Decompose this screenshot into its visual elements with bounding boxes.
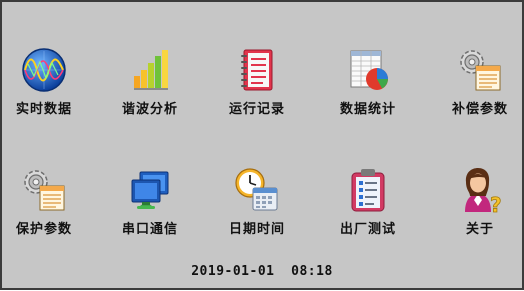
menu-item-serial-comm[interactable]: 串口通信 — [102, 166, 198, 246]
gear-document-icon — [460, 50, 501, 91]
oscilloscope-globe-icon — [22, 48, 66, 92]
menu-item-label: 串口通信 — [121, 222, 178, 237]
menu-item-realtime-data[interactable]: 实时数据 — [0, 46, 92, 126]
svg-text:?: ? — [490, 193, 502, 214]
gear-document-icon — [24, 170, 65, 211]
menu-item-label: 数据统计 — [339, 102, 396, 117]
clipboard-checklist-icon — [351, 169, 385, 212]
main-menu-screen: 实时数据 谐波分析 运行记录 数据统计 补偿参数 保护参数 串口通信 日期时间 … — [0, 0, 524, 290]
menu-item-label: 日期时间 — [228, 222, 285, 237]
monitors-icon — [131, 171, 169, 209]
menu-item-label: 关于 — [465, 222, 494, 237]
clock-calendar-icon — [235, 168, 278, 211]
menu-item-label: 谐波分析 — [121, 102, 178, 117]
menu-item-harmonic-analysis[interactable]: 谐波分析 — [102, 46, 198, 126]
user-help-icon: ? — [465, 168, 502, 214]
menu-item-label: 出厂测试 — [339, 222, 396, 237]
menu-item-compensation-params[interactable]: 补偿参数 — [432, 46, 524, 126]
menu-item-run-log[interactable]: 运行记录 — [209, 46, 305, 126]
notebook-icon — [241, 49, 273, 91]
menu-item-label: 实时数据 — [15, 102, 72, 117]
menu-item-factory-test[interactable]: 出厂测试 — [320, 166, 416, 246]
status-datetime: 2019-01-01 08:18 — [191, 264, 333, 279]
menu-item-data-statistics[interactable]: 数据统计 — [320, 46, 416, 126]
bar-chart-icon — [134, 50, 168, 90]
menu-item-label: 补偿参数 — [451, 102, 508, 117]
menu-item-label: 运行记录 — [228, 102, 285, 117]
menu-item-protection-params[interactable]: 保护参数 — [0, 166, 92, 246]
menu-item-about[interactable]: ? 关于 — [432, 166, 524, 246]
spreadsheet-pie-icon — [350, 50, 388, 90]
menu-item-date-time[interactable]: 日期时间 — [209, 166, 305, 246]
menu-item-label: 保护参数 — [15, 222, 72, 237]
